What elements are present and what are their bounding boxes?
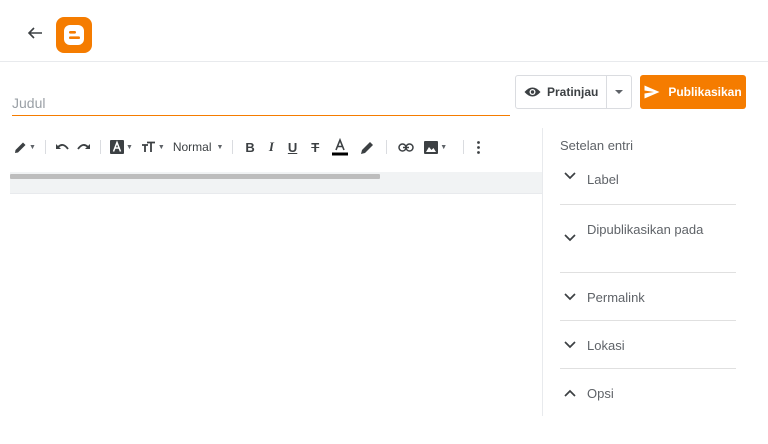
settings-section-permalink[interactable]: Permalink xyxy=(560,273,736,321)
more-tools-button[interactable] xyxy=(473,135,484,159)
caret-down-icon: ▼ xyxy=(29,143,36,151)
underline-button[interactable]: U xyxy=(281,135,304,159)
post-title-field-wrapper xyxy=(12,92,510,116)
post-settings-title: Setelan entri xyxy=(560,138,633,153)
text-color-icon xyxy=(332,138,349,156)
caret-down-icon: ▼ xyxy=(125,143,133,151)
post-body-editor[interactable] xyxy=(10,196,542,436)
toolbar-separator xyxy=(463,140,465,154)
toolbar-separator xyxy=(44,140,46,154)
bold-icon: B xyxy=(245,139,255,155)
formatting-toolbar: ▼ ▼ ▼ Normal ▼ B I U T ▼ xyxy=(10,134,542,160)
settings-section-options-text: Opsi xyxy=(587,386,614,401)
caret-down-icon: ▼ xyxy=(157,143,165,151)
insert-link-button[interactable] xyxy=(392,135,420,159)
chevron-down-icon xyxy=(560,290,580,301)
arrow-left-icon xyxy=(27,27,42,39)
insert-image-dropdown[interactable]: ▼ xyxy=(420,135,451,159)
preview-button-group: Pratinjau xyxy=(515,75,633,109)
preview-button[interactable]: Pratinjau xyxy=(516,76,606,108)
publish-label: Publikasikan xyxy=(668,85,742,99)
toolbar-separator xyxy=(232,140,234,154)
send-icon xyxy=(644,85,660,99)
pencil-icon xyxy=(15,142,26,153)
top-bar xyxy=(0,0,768,62)
settings-section-options[interactable]: Opsi xyxy=(560,369,736,413)
publish-button[interactable]: Publikasikan xyxy=(640,75,746,109)
preview-dropdown-button[interactable] xyxy=(607,76,631,108)
back-button[interactable] xyxy=(22,20,48,46)
caret-down-icon: ▼ xyxy=(216,143,224,151)
settings-section-location-text: Lokasi xyxy=(587,338,625,353)
font-size-dropdown[interactable]: ▼ xyxy=(137,135,169,159)
redo-icon xyxy=(77,144,90,150)
font-icon xyxy=(109,140,124,154)
highlight-button[interactable] xyxy=(354,135,381,159)
italic-button[interactable]: I xyxy=(262,135,281,159)
caret-down-icon xyxy=(615,90,624,94)
undo-button[interactable] xyxy=(51,135,73,159)
post-title-input[interactable] xyxy=(12,92,510,114)
chevron-down-icon xyxy=(560,172,580,180)
caret-down-icon: ▼ xyxy=(440,143,448,151)
settings-section-label[interactable]: Label xyxy=(560,162,736,205)
header-divider xyxy=(0,61,768,62)
toolbar-separator xyxy=(99,140,101,154)
settings-section-permalink-text: Permalink xyxy=(587,290,645,305)
scrollbar-thumb[interactable] xyxy=(10,174,380,179)
chevron-down-icon xyxy=(560,338,580,349)
compose-mode-dropdown[interactable]: ▼ xyxy=(10,135,40,159)
paragraph-style-label: Normal xyxy=(172,140,212,154)
paragraph-style-dropdown[interactable]: Normal ▼ xyxy=(169,135,228,159)
settings-section-published-on[interactable]: Dipublikasikan pada xyxy=(560,205,736,273)
strikethrough-icon: T xyxy=(311,139,320,155)
sidebar-divider xyxy=(542,128,543,416)
post-settings-panel: Setelan entri Label Dipublikasikan pada … xyxy=(560,130,736,413)
strikethrough-button[interactable]: T xyxy=(304,135,326,159)
eye-icon xyxy=(524,87,541,97)
font-family-dropdown[interactable]: ▼ xyxy=(106,135,137,159)
settings-section-location[interactable]: Lokasi xyxy=(560,321,736,369)
blogger-logo-icon[interactable] xyxy=(56,17,92,53)
highlight-icon xyxy=(361,141,374,154)
text-color-button[interactable] xyxy=(326,135,354,159)
settings-section-published-on-text: Dipublikasikan pada xyxy=(587,222,704,237)
bold-button[interactable]: B xyxy=(238,135,261,159)
italic-icon: I xyxy=(268,139,274,154)
chevron-down-icon xyxy=(560,222,580,242)
link-icon xyxy=(398,142,414,152)
undo-icon xyxy=(55,144,69,150)
image-icon xyxy=(424,140,439,154)
settings-section-label-text: Label xyxy=(587,172,619,187)
preview-label: Pratinjau xyxy=(547,85,599,99)
chevron-up-icon xyxy=(560,386,580,397)
underline-icon: U xyxy=(287,139,298,155)
text-size-icon xyxy=(141,141,155,152)
toolbar-scrollbar[interactable] xyxy=(10,172,542,194)
more-vert-icon xyxy=(477,140,481,154)
redo-button[interactable] xyxy=(73,135,95,159)
toolbar-separator xyxy=(386,140,388,154)
